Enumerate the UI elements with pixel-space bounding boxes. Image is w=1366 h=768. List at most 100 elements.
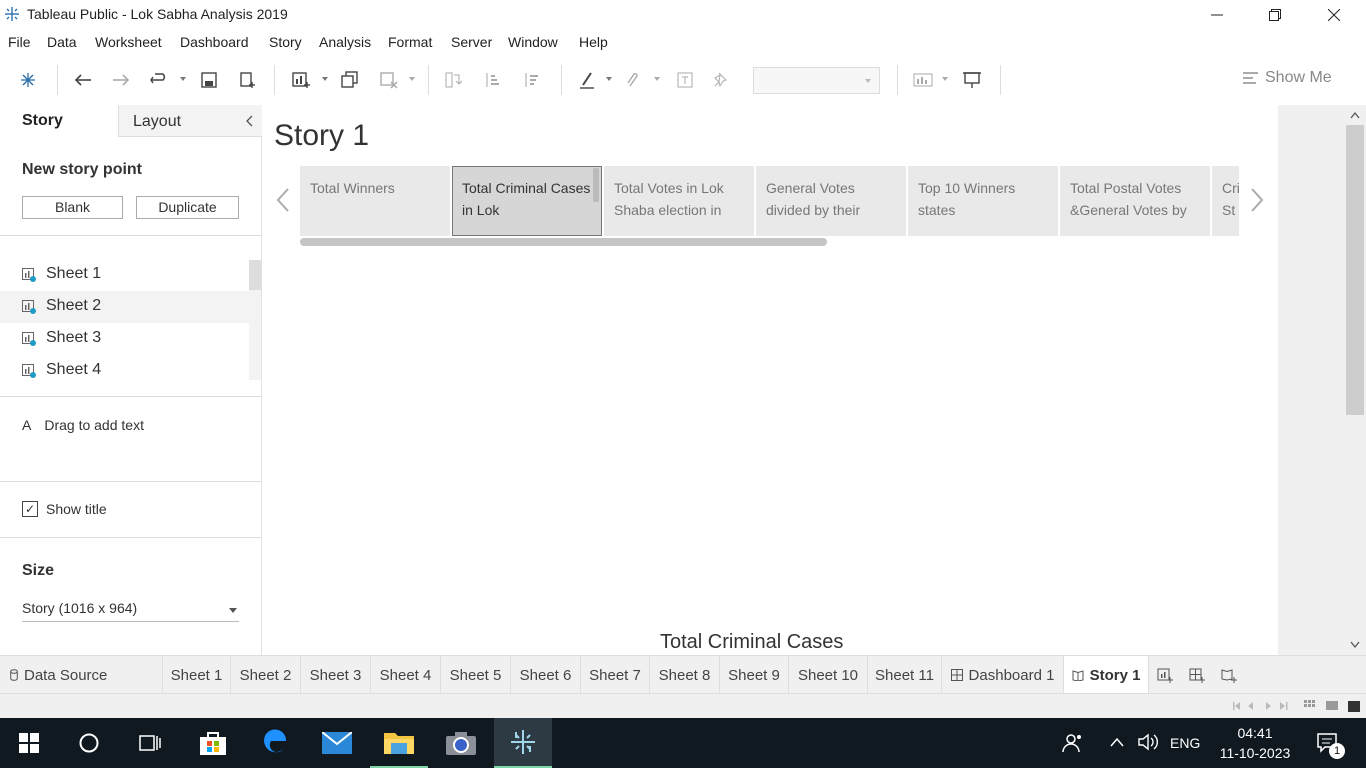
tab-sheet-4[interactable]: Sheet 4 [371,656,441,694]
new-dashboard-tab-button[interactable] [1181,656,1213,694]
group-members-button[interactable] [622,69,644,91]
close-button[interactable] [1305,0,1363,30]
tableau-home-button[interactable] [17,69,39,91]
search-button[interactable] [60,718,118,768]
story-point-tab[interactable]: Cri St [1212,166,1239,236]
fit-dropdown[interactable] [753,67,880,94]
file-explorer-button[interactable] [370,718,428,768]
chevron-down-icon[interactable] [322,77,328,81]
redo-button[interactable] [110,69,132,91]
tab-sheet-7[interactable]: Sheet 7 [581,656,650,694]
sheet-list-item[interactable]: Sheet 4 [0,355,249,387]
camera-app-button[interactable] [432,718,490,768]
tab-sheet-11[interactable]: Sheet 11 [868,656,942,694]
canvas-vertical-scrollbar[interactable] [1346,105,1366,655]
menu-data[interactable]: Data [47,34,77,50]
action-center-button[interactable]: 1 [1300,718,1356,768]
new-data-source-button[interactable] [237,69,259,91]
tab-sheet-5[interactable]: Sheet 5 [441,656,511,694]
edge-browser-button[interactable] [246,718,304,768]
chevron-right-icon[interactable] [1250,187,1264,213]
show-title-checkbox[interactable]: ✓ Show title [22,501,107,517]
sheet-list-item[interactable]: Sheet 2 [0,291,249,323]
menu-help[interactable]: Help [579,34,608,50]
tab-sheet-6[interactable]: Sheet 6 [511,656,581,694]
undo-button[interactable] [72,69,94,91]
chevron-left-icon[interactable] [276,187,290,213]
scrollbar-thumb[interactable] [1346,125,1364,415]
task-view-button[interactable] [121,718,179,768]
chevron-down-icon[interactable] [942,77,948,81]
view-mode-icon[interactable] [1304,700,1362,712]
chevron-up-icon[interactable] [1350,111,1360,119]
tab-sheet-3[interactable]: Sheet 3 [301,656,371,694]
highlight-button[interactable] [576,69,598,91]
chevron-down-icon[interactable] [606,77,612,81]
sheet-list-item[interactable]: Sheet 3 [0,323,249,355]
input-language[interactable]: ENG [1170,735,1200,751]
presentation-mode-button[interactable] [961,69,983,91]
new-worksheet-tab-button[interactable] [1149,656,1181,694]
chevron-down-icon[interactable] [1350,641,1360,649]
menu-file[interactable]: File [8,34,31,50]
scrollbar-thumb[interactable] [249,260,261,290]
show-me-button[interactable]: Show Me [1243,69,1332,87]
new-worksheet-button[interactable] [290,69,312,91]
show-cards-button[interactable] [912,69,934,91]
tab-layout[interactable]: Layout [118,105,262,137]
story-point-tab[interactable]: Total Winners [300,166,450,236]
duplicate-button[interactable]: Duplicate [136,196,239,219]
chevron-down-icon[interactable] [654,77,660,81]
tab-sheet-10[interactable]: Sheet 10 [789,656,868,694]
story-point-tab-active[interactable]: Total Criminal Cases in Lok [452,166,602,236]
chevron-up-icon[interactable] [1110,737,1124,747]
mail-button[interactable] [308,718,366,768]
tab-data-source[interactable]: Data Source [0,656,163,694]
swap-rows-columns-button[interactable] [442,69,464,91]
sort-ascending-button[interactable] [481,69,503,91]
tableau-taskbar-button[interactable] [494,718,552,768]
start-button[interactable] [0,718,58,768]
menu-dashboard[interactable]: Dashboard [180,34,249,50]
story-point-tab[interactable]: Top 10 Winners states [908,166,1058,236]
clear-sheet-button[interactable] [378,69,400,91]
duplicate-sheet-button[interactable] [339,69,361,91]
people-button[interactable] [1045,718,1101,768]
menu-format[interactable]: Format [388,34,432,50]
sheet-list-scrollbar[interactable] [249,260,261,380]
story-size-select[interactable]: Story (1016 x 964) [22,600,239,622]
tab-story[interactable]: Story [22,112,63,130]
restore-button[interactable] [1246,0,1304,30]
save-button[interactable] [198,69,220,91]
microsoft-store-button[interactable] [184,718,242,768]
tab-sheet-2[interactable]: Sheet 2 [231,656,301,694]
menu-story[interactable]: Story [269,34,302,50]
story-point-scrollbar[interactable] [593,168,599,202]
chevron-down-icon[interactable] [409,77,415,81]
minimize-button[interactable] [1188,0,1246,30]
volume-icon[interactable] [1137,733,1159,751]
chevron-down-icon[interactable] [180,77,186,81]
menu-window[interactable]: Window [508,34,558,50]
tab-story-1[interactable]: Story 1 [1064,656,1149,694]
replay-button[interactable] [148,69,170,91]
tab-dashboard-1[interactable]: Dashboard 1 [942,656,1064,694]
story-point-tab[interactable]: Total Postal Votes &General Votes by [1060,166,1210,236]
tab-sheet-8[interactable]: Sheet 8 [650,656,720,694]
new-story-tab-button[interactable] [1213,656,1245,694]
sheet-navigation-icon[interactable] [1233,701,1289,711]
menu-worksheet[interactable]: Worksheet [95,34,162,50]
chevron-left-icon[interactable] [246,115,254,127]
blank-button[interactable]: Blank [22,196,123,219]
sort-descending-button[interactable] [520,69,542,91]
story-point-tab[interactable]: General Votes divided by their [756,166,906,236]
tab-sheet-9[interactable]: Sheet 9 [720,656,789,694]
story-navigator-scrollbar[interactable] [300,238,827,246]
story-point-tab[interactable]: Total Votes in Lok Shaba election in [604,166,754,236]
show-mark-labels-button[interactable] [674,69,696,91]
drag-to-add-text[interactable]: A Drag to add text [22,417,144,433]
fix-axes-button[interactable] [710,69,732,91]
sheet-list-item[interactable]: Sheet 1 [0,259,249,291]
clock[interactable]: 04:41 11-10-2023 [1210,723,1300,763]
menu-analysis[interactable]: Analysis [319,34,371,50]
